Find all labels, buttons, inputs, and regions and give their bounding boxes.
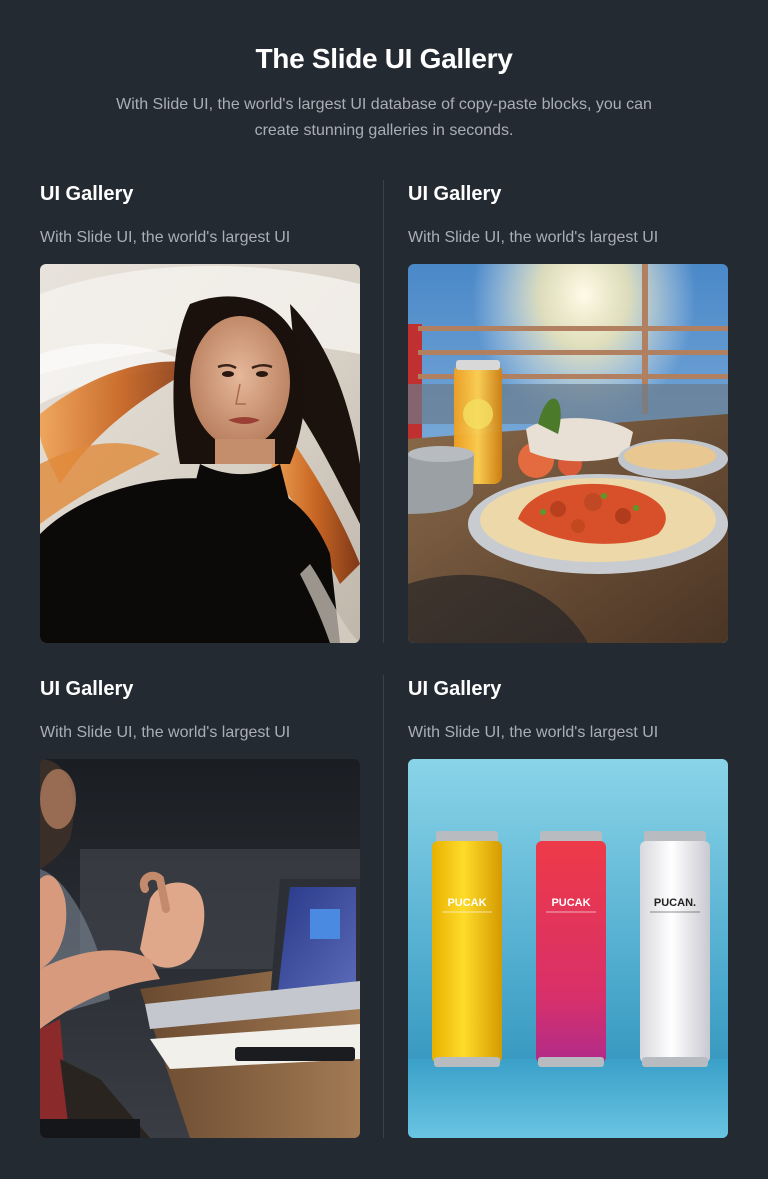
gallery-card[interactable]: UI Gallery With Slide UI, the world's la… xyxy=(40,180,360,643)
card-description: With Slide UI, the world's largest UI xyxy=(408,724,659,741)
card-description: With Slide UI, the world's largest UI xyxy=(408,229,659,246)
card-image[interactable] xyxy=(40,759,360,1138)
card-image[interactable]: PUCAK PUCAK PUCAN. xyxy=(408,759,728,1138)
can-label: PUCAK xyxy=(447,897,486,909)
food-table-image xyxy=(408,264,728,643)
cans-image: PUCAK PUCAK PUCAN. xyxy=(408,759,728,1138)
gallery-card[interactable]: UI Gallery With Slide UI, the world's la… xyxy=(40,675,360,1138)
can-label: PUCAN. xyxy=(654,897,696,909)
page-title: The Slide UI Gallery xyxy=(255,43,513,74)
meeting-laptop-image xyxy=(40,759,360,1138)
card-title: UI Gallery xyxy=(408,678,502,700)
card-title: UI Gallery xyxy=(40,678,134,700)
gallery-card[interactable]: UI Gallery With Slide UI, the world's la… xyxy=(408,675,728,1138)
card-description: With Slide UI, the world's largest UI xyxy=(40,724,291,741)
gallery-card[interactable]: UI Gallery With Slide UI, the world's la… xyxy=(408,180,728,643)
gallery-page: The Slide UI Gallery With Slide UI, the … xyxy=(0,0,768,1179)
card-title: UI Gallery xyxy=(40,183,134,205)
column-divider xyxy=(383,675,384,1138)
woman-portrait-image xyxy=(40,264,360,643)
gallery-header: The Slide UI Gallery With Slide UI, the … xyxy=(0,40,768,144)
card-description: With Slide UI, the world's largest UI xyxy=(40,229,291,246)
card-image[interactable] xyxy=(40,264,360,643)
column-divider xyxy=(383,180,384,643)
page-subtitle: With Slide UI, the world's largest UI da… xyxy=(116,96,652,139)
card-image[interactable] xyxy=(408,264,728,643)
card-title: UI Gallery xyxy=(408,183,502,205)
can-label: PUCAK xyxy=(551,897,590,909)
